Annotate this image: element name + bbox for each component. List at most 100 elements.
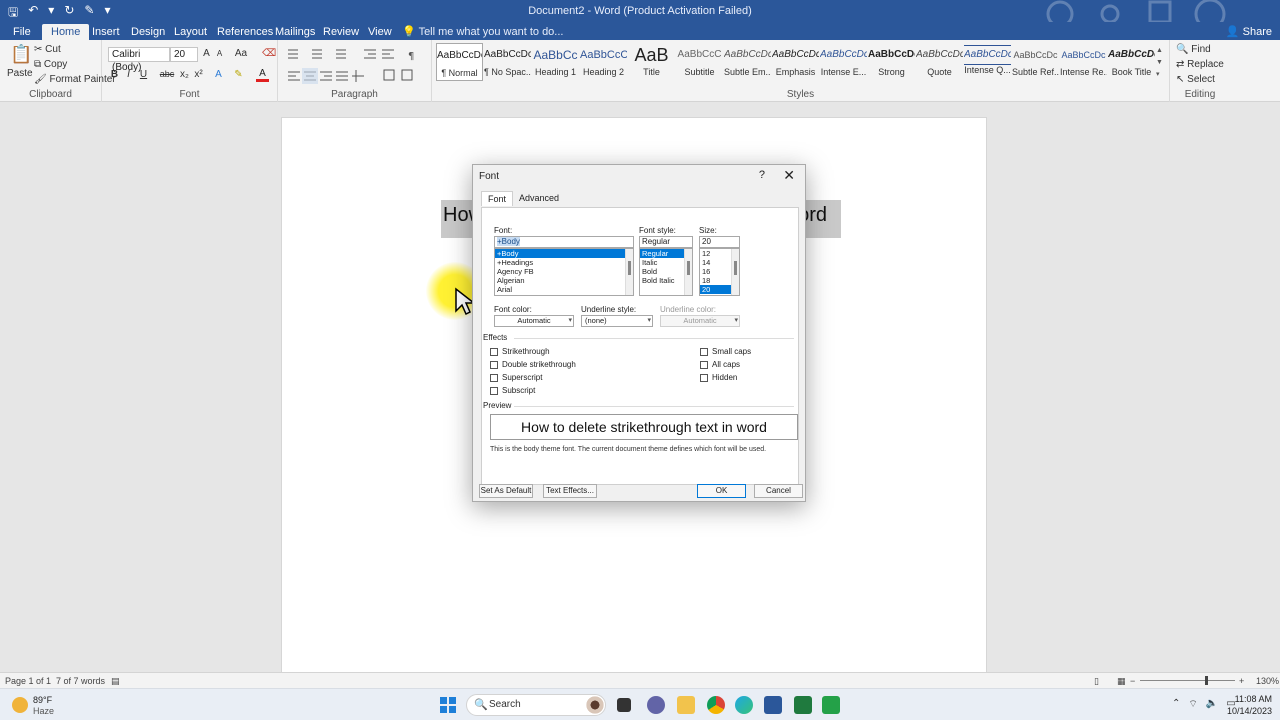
font-list-item[interactable]: Algerian <box>495 276 633 285</box>
size-input[interactable]: 20 <box>699 236 740 248</box>
read-mode-icon[interactable]: ▯ <box>1094 676 1099 687</box>
chrome-icon[interactable] <box>707 696 725 714</box>
checkbox-box[interactable] <box>490 373 498 382</box>
underline-style-dropdown[interactable]: (none) ▾ <box>581 315 653 327</box>
tab-font[interactable]: Font <box>481 191 514 206</box>
style-book-title[interactable]: AaBbCcDc Book Title <box>1108 43 1155 81</box>
underline-button[interactable]: U <box>137 69 150 80</box>
checkbox-box[interactable] <box>700 373 708 382</box>
style-intense-reference[interactable]: AaBbCcDc Intense Re... <box>1060 43 1107 81</box>
camtasia-icon[interactable] <box>794 696 812 714</box>
strikethrough-button[interactable]: abc <box>159 69 175 79</box>
styles-scroll-icon[interactable]: ▲ ▼ ▾ <box>1156 45 1164 81</box>
subscript-checkbox[interactable]: Subscript <box>490 386 535 395</box>
style-subtitle[interactable]: AaBbCcC Subtitle <box>676 43 723 81</box>
cancel-button[interactable]: Cancel <box>754 484 803 498</box>
style-title[interactable]: AaB Title <box>628 43 675 81</box>
font-color-dropdown[interactable]: Automatic ▾ <box>494 315 574 327</box>
font-name-box[interactable]: Calibri (Body) <box>108 47 170 73</box>
font-style-list[interactable]: Regular Italic Bold Bold Italic <box>639 248 693 296</box>
checkbox-box[interactable] <box>700 360 708 369</box>
windows-start-icon[interactable] <box>440 697 456 713</box>
font-list-item[interactable]: +Body <box>495 249 633 258</box>
style-intense-quote[interactable]: AaBbCcDc Intense Q... <box>964 43 1011 81</box>
style-heading-2[interactable]: AaBbCcC Heading 2 <box>580 43 627 81</box>
style-heading-1[interactable]: AaBbCc Heading 1 <box>532 43 579 81</box>
help-button[interactable]: ? <box>759 169 765 181</box>
hidden-checkbox[interactable]: Hidden <box>700 373 737 382</box>
highlight-icon[interactable]: ✎ <box>232 69 245 80</box>
subscript-button[interactable]: x₂ <box>178 69 191 80</box>
word-icon[interactable] <box>764 696 782 714</box>
bold-button[interactable]: B <box>108 69 121 80</box>
checkbox-box[interactable] <box>490 360 498 369</box>
zoom-slider-thumb[interactable] <box>1205 676 1208 685</box>
tab-advanced[interactable]: Advanced <box>513 191 565 205</box>
teams-chat-icon[interactable] <box>647 696 665 714</box>
share-button[interactable]: 👤 Share <box>1226 24 1272 40</box>
paste-icon[interactable]: 📋 <box>10 44 32 65</box>
ok-button[interactable]: OK <box>697 484 746 498</box>
style-strong[interactable]: AaBbCcDc Strong <box>868 43 915 81</box>
zoom-out-button[interactable]: − <box>1130 676 1135 686</box>
wifi-icon[interactable]: ⌔ <box>1188 698 1197 711</box>
font-input[interactable]: +Body <box>494 236 634 248</box>
small-caps-checkbox[interactable]: Small caps <box>700 347 751 356</box>
double-strikethrough-checkbox[interactable]: Double strikethrough <box>490 360 576 369</box>
proofing-icon[interactable]: ▤ <box>111 676 120 687</box>
style-emphasis[interactable]: AaBbCcDc Emphasis <box>772 43 819 81</box>
all-caps-checkbox[interactable]: All caps <box>700 360 740 369</box>
checkbox-box[interactable] <box>490 386 498 395</box>
weather-temperature[interactable]: 89°F <box>33 695 52 705</box>
camtasia-recorder-icon[interactable] <box>822 696 840 714</box>
select-button[interactable]: ↖ Select <box>1176 74 1215 85</box>
zoom-slider-track[interactable] <box>1140 680 1235 681</box>
text-effects-button[interactable]: Text Effects... <box>543 484 597 498</box>
paste-button[interactable]: Paste <box>7 68 33 79</box>
zoom-level[interactable]: 130% <box>1256 676 1279 686</box>
italic-button[interactable]: I <box>122 69 135 80</box>
paragraph-tools-icon[interactable]: ¶ <box>284 46 424 86</box>
size-list[interactable]: 12 14 16 18 20 <box>699 248 740 296</box>
checkbox-box[interactable] <box>490 347 498 356</box>
tab-view[interactable]: View <box>359 24 401 40</box>
style-quote[interactable]: AaBbCcDc Quote <box>916 43 963 81</box>
checkbox-box[interactable] <box>700 347 708 356</box>
tell-me-search[interactable]: 💡 Tell me what you want to do... <box>402 24 563 40</box>
font-list-item[interactable]: +Headings <box>495 258 633 267</box>
font-color-button[interactable]: A <box>256 69 269 82</box>
change-case-button[interactable]: Aa <box>232 48 250 59</box>
font-list-item[interactable]: Arial <box>495 285 633 294</box>
clock[interactable]: 11:08 AM 10/14/2023 <box>1227 693 1272 717</box>
style-subtle-emphasis[interactable]: AaBbCcDc Subtle Em... <box>724 43 771 81</box>
word-count[interactable]: 7 of 7 words <box>56 676 105 686</box>
superscript-checkbox[interactable]: Superscript <box>490 373 542 382</box>
font-size-box[interactable]: 20 <box>170 47 198 62</box>
strikethrough-checkbox[interactable]: Strikethrough <box>490 347 550 356</box>
cut-button[interactable]: ✂ Cut <box>34 44 61 55</box>
text-effects-button[interactable]: A <box>212 69 225 80</box>
chevron-up-icon[interactable]: ⌃ <box>1172 698 1180 711</box>
file-explorer-icon[interactable] <box>677 696 695 714</box>
style-normal[interactable]: AaBbCcDc ¶ Normal <box>436 43 483 81</box>
style-intense-emphasis[interactable]: AaBbCcDc Intense E... <box>820 43 867 81</box>
style-no-spacing[interactable]: AaBbCcDc ¶ No Spac... <box>484 43 531 81</box>
superscript-button[interactable]: x² <box>192 69 205 80</box>
zoom-in-button[interactable]: + <box>1239 676 1244 686</box>
style-subtle-reference[interactable]: AaBbCcDc Subtle Ref... <box>1012 43 1059 81</box>
page-count[interactable]: Page 1 of 1 <box>5 676 51 686</box>
close-icon[interactable]: ✕ <box>783 167 795 184</box>
print-layout-icon[interactable]: ▦ <box>1117 676 1126 687</box>
find-button[interactable]: 🔍 Find <box>1176 44 1211 55</box>
size-list-scrollbar[interactable] <box>731 249 739 295</box>
font-style-scrollbar[interactable] <box>684 249 692 295</box>
font-list-item[interactable]: Agency FB <box>495 267 633 276</box>
weather-haze-icon[interactable] <box>12 697 28 713</box>
font-list-scrollbar[interactable] <box>625 249 633 295</box>
font-list[interactable]: +Body +Headings Agency FB Algerian Arial <box>494 248 634 296</box>
search-highlight-eye-icon[interactable] <box>584 696 606 714</box>
edge-icon[interactable] <box>735 696 753 714</box>
copy-button[interactable]: ⧉ Copy <box>34 59 67 70</box>
set-as-default-button[interactable]: Set As Default <box>479 484 533 498</box>
replace-button[interactable]: ⇄ Replace <box>1176 59 1224 70</box>
